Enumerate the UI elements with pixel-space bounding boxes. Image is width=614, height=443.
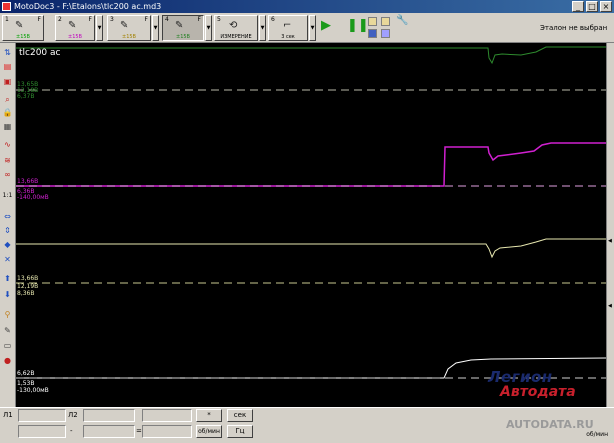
ch2-waveform <box>16 142 606 187</box>
channel-6-dropdown[interactable]: ▼ <box>309 15 316 41</box>
open-folder-icon[interactable] <box>381 17 390 26</box>
minus-sign: - <box>70 427 73 435</box>
channel-5-dropdown[interactable]: ▼ <box>259 15 266 41</box>
vertical-scrollbar[interactable]: ◀ ◀ <box>606 43 614 407</box>
title-bar: MotoDoc3 - F:\Etalons\tlc200 ac.md3 _ □ … <box>0 0 614 13</box>
sine-icon[interactable]: ∿ <box>1 138 14 151</box>
channel-6-button[interactable]: 6 ⌐ 3 сек <box>268 15 308 41</box>
channel-1-button[interactable]: 1 F ✎ ±15В <box>2 15 44 41</box>
channel-4-button[interactable]: 4 F ✎ ±15В <box>162 15 204 41</box>
minimize-button[interactable]: _ <box>572 1 584 12</box>
l2-label: Л2 <box>68 411 78 419</box>
channel-5-button[interactable]: 5 ⟲ ИЗМЕРЕНИЕ <box>214 15 258 41</box>
channel-2-button[interactable]: 2 F ✎ ±15В <box>55 15 95 41</box>
arrow-up-icon[interactable]: ⬆ <box>1 272 14 285</box>
waveform-canvas <box>16 46 606 379</box>
ch2-level-label: 13,66В <box>17 178 39 185</box>
watermark-line2: Автодата <box>500 384 576 400</box>
save-as-icon[interactable] <box>381 29 390 38</box>
probe-icon: ✎ <box>175 20 184 31</box>
grip-left-icon[interactable]: ◀ <box>608 239 613 244</box>
probe-icon: ✎ <box>68 20 77 31</box>
lock-icon[interactable]: 🔒 <box>1 106 14 119</box>
cursor-icon[interactable]: ⇅ <box>1 46 14 59</box>
zoom-v-icon[interactable]: ⇕ <box>1 224 14 237</box>
window-title: MotoDoc3 - F:\Etalons\tlc200 ac.md3 <box>14 2 162 11</box>
search-icon[interactable]: ⚲ <box>1 308 14 321</box>
channel-2-dropdown[interactable]: ▼ <box>96 15 103 41</box>
scope-title: tlc200 ac <box>19 48 61 58</box>
channel-3-button[interactable]: 3 F ✎ ±15В <box>107 15 151 41</box>
watermark-line3: AUTODATA.RU <box>506 418 594 431</box>
l1-label: Л1 <box>3 411 13 419</box>
channel-4-dropdown[interactable]: ▼ <box>205 15 212 41</box>
ch3-level-label: 13,66В <box>17 275 39 282</box>
channel-3-dropdown[interactable]: ▼ <box>152 15 159 41</box>
open-file-icon[interactable] <box>368 17 377 26</box>
grid-icon[interactable]: ▦ <box>1 120 14 133</box>
scale-1-1-icon[interactable]: 1:1 <box>1 189 14 202</box>
measure-tool-icon[interactable]: ⌕ <box>1 93 14 106</box>
seconds-button[interactable]: сек <box>227 409 253 422</box>
link-icon[interactable]: ∞ <box>1 168 14 181</box>
oscilloscope-view[interactable]: tlc200 ac 13,65В 12,18В 6,37В 13,66В 6,3… <box>16 43 606 407</box>
l1-time-field[interactable] <box>18 425 66 438</box>
delta-time-field[interactable] <box>142 425 192 438</box>
ch1-waveform <box>16 46 606 65</box>
arrow-down-icon[interactable]: ⬇ <box>1 288 14 301</box>
zoom-out-icon[interactable]: ✕ <box>1 253 14 266</box>
watermark-logo: Легион Автодата AUTODATA.RU <box>470 368 610 438</box>
etalon-status: Эталон не выбран <box>540 24 608 32</box>
pause-icon[interactable]: ❚❚ <box>347 19 369 32</box>
screenshot-icon[interactable]: ▭ <box>1 339 14 352</box>
wrench-icon[interactable]: 🔧 <box>396 16 408 26</box>
grip-left-icon[interactable]: ◀ <box>608 304 613 309</box>
save-file-icon[interactable] <box>368 29 377 38</box>
ch4-level-label: 6,62В <box>17 370 35 377</box>
ch3-level-label: 8,36В <box>17 290 35 297</box>
equals-sign: = <box>136 427 142 435</box>
zoom-in-icon[interactable]: ◆ <box>1 238 14 251</box>
ch1-level-label: 6,37В <box>17 93 35 100</box>
probe-icon: ✎ <box>120 20 129 31</box>
tool-sidebar: ⇅ ▤ ▣ ⌕ 🔒 ▦ ∿ ≋ ∞ 1:1 ⇔ ⇕ ◆ ✕ ⬆ ⬇ ⚲ ✎ ▭ … <box>0 43 16 407</box>
delta-value-field[interactable] <box>142 409 192 422</box>
app-icon <box>2 2 11 11</box>
probe-tool-icon[interactable]: ✎ <box>1 324 14 337</box>
play-icon[interactable]: ▶ <box>321 19 331 32</box>
rpm-button[interactable]: об/мин <box>196 425 222 438</box>
ch3-waveform <box>16 238 606 259</box>
measure-icon: ⟲ <box>229 20 238 31</box>
l1-value-field[interactable] <box>18 409 66 422</box>
filter-icon[interactable]: ≋ <box>1 154 14 167</box>
star-button[interactable]: * <box>196 409 222 422</box>
close-button[interactable]: × <box>600 1 612 12</box>
markers-icon[interactable]: ▤ <box>1 60 14 73</box>
zoom-h-icon[interactable]: ⇔ <box>1 210 14 223</box>
maximize-button[interactable]: □ <box>586 1 598 12</box>
timebase-icon: ⌐ <box>283 20 292 31</box>
zoom-region-icon[interactable]: ▣ <box>1 75 14 88</box>
l2-time-field[interactable] <box>83 425 135 438</box>
probe-icon: ✎ <box>15 20 24 31</box>
hz-button[interactable]: Гц <box>227 425 253 438</box>
ch2-level-label: -140,00мВ <box>17 194 49 201</box>
stop-icon[interactable]: ● <box>1 354 14 367</box>
toolbar: 1 F ✎ ±15В 2 F ✎ ±15В ▼ 3 F ✎ ±15В ▼ 4 F… <box>0 13 614 43</box>
ch4-level-label: -130,00мВ <box>17 387 49 394</box>
l2-value-field[interactable] <box>83 409 135 422</box>
